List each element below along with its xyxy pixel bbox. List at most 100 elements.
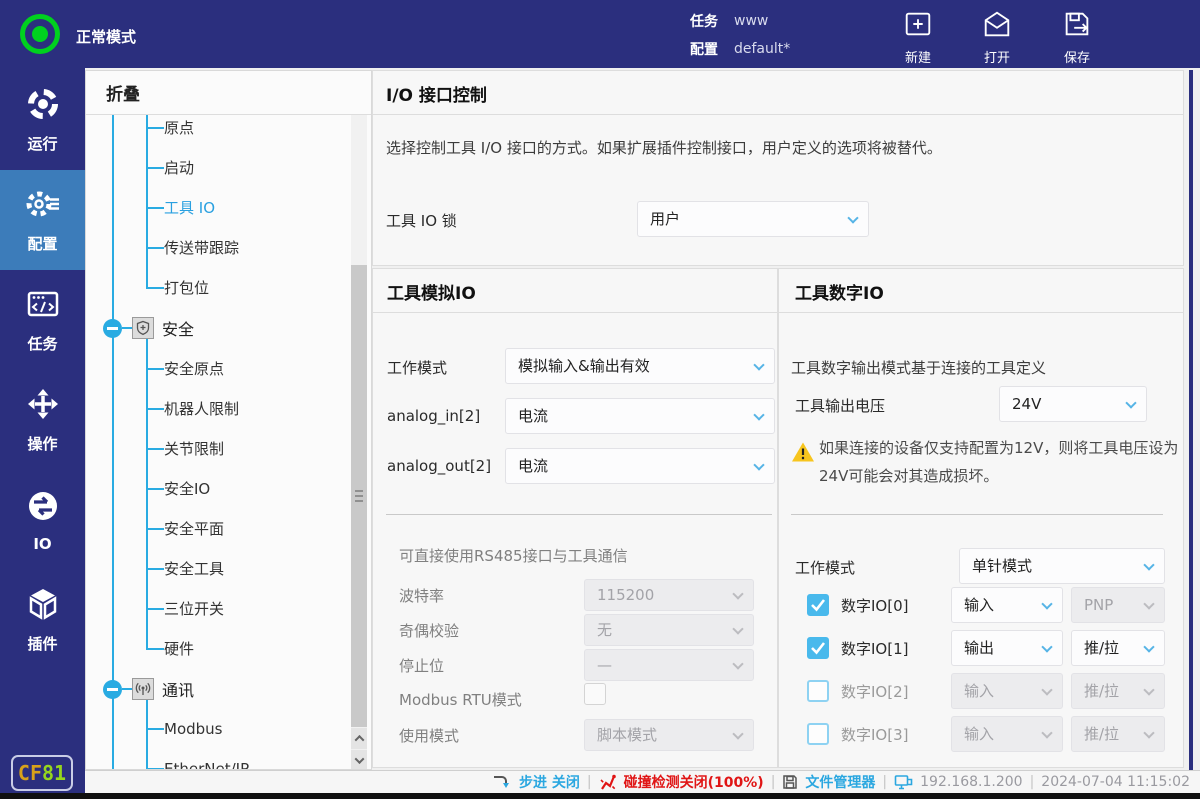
sidebar-item-plugin[interactable]: 插件 [0, 570, 85, 670]
digital-io3-checkbox[interactable] [807, 723, 829, 745]
digital-io0-label: 数字IO[0] [841, 595, 908, 616]
move-arrows-icon [25, 386, 61, 426]
collapse-minus-icon[interactable] [103, 680, 122, 699]
tree-item-robot-limit[interactable]: 机器人限制 [164, 395, 239, 423]
sidebar-item-io[interactable]: IO [0, 470, 85, 570]
file-manager-link[interactable]: 文件管理器 [805, 772, 875, 792]
digital-work-mode-label: 工作模式 [795, 557, 855, 578]
tree-connector [146, 700, 148, 768]
chevron-down-icon [354, 754, 364, 764]
digital-panel-title: 工具数字IO [795, 279, 884, 304]
tree-item-safe-io[interactable]: 安全IO [164, 475, 210, 503]
digital-io2-type: 推/拉 [1084, 682, 1119, 700]
open-button-label: 打开 [984, 47, 1010, 66]
new-button[interactable]: 新建 [889, 8, 947, 64]
output-voltage-dropdown[interactable]: 24V [999, 386, 1147, 422]
antenna-icon [132, 678, 154, 700]
analog-out-dropdown[interactable]: 电流 [505, 448, 775, 484]
chevron-down-icon [1041, 727, 1052, 738]
stop-bit-dropdown: — [584, 649, 754, 681]
digital-io2-label: 数字IO[2] [841, 681, 908, 702]
digital-io1-label: 数字IO[1] [841, 638, 908, 659]
cf81-version-badge[interactable]: CF81 [11, 755, 73, 791]
config-label: 配置 [690, 39, 718, 59]
baud-label: 波特率 [399, 585, 444, 606]
tree-group-comms[interactable]: 通讯 [103, 675, 194, 703]
chevron-down-icon [753, 359, 764, 370]
digital-io0-direction: 输入 [964, 596, 994, 614]
page-scrollbar-thumb[interactable] [1189, 70, 1193, 770]
tree-item-tool-io[interactable]: 工具 IO [164, 194, 215, 222]
collapse-minus-icon[interactable] [103, 319, 122, 338]
tree-item-hardware[interactable]: 硬件 [164, 635, 194, 663]
tree-scroll-down-button[interactable] [351, 750, 367, 769]
tree-item-safe-home[interactable]: 安全原点 [164, 355, 224, 383]
tree-scrollbar-track[interactable] [351, 115, 367, 769]
collision-detect-status[interactable]: 碰撞检测关闭(100%) [624, 772, 764, 792]
chevron-down-icon [732, 588, 743, 599]
parity-value: 无 [597, 621, 612, 639]
tool-io-lock-dropdown[interactable]: 用户 [637, 201, 869, 237]
sidebar-item-operate[interactable]: 操作 [0, 370, 85, 470]
check-icon [808, 638, 828, 658]
analog-in-dropdown[interactable]: 电流 [505, 398, 775, 434]
status-separator: | [771, 774, 776, 790]
analog-work-mode-value: 模拟输入&输出有效 [518, 357, 650, 375]
tree-item-safe-tool[interactable]: 安全工具 [164, 555, 224, 583]
analog-work-mode-dropdown[interactable]: 模拟输入&输出有效 [505, 348, 775, 384]
digital-io2-checkbox[interactable] [807, 680, 829, 702]
save-button[interactable]: 保存 [1048, 8, 1106, 64]
digital-io1-direction-dropdown[interactable]: 输出 [951, 630, 1063, 666]
tree-item-pack-pos[interactable]: 打包位 [164, 274, 209, 302]
open-button[interactable]: 打开 [968, 8, 1026, 64]
tree-item-home[interactable]: 原点 [164, 115, 194, 142]
parity-dropdown: 无 [584, 614, 754, 646]
chevron-down-icon [1125, 397, 1136, 408]
tree-scrollbar-thumb[interactable] [351, 265, 367, 727]
sidebar-item-label: IO [33, 535, 51, 553]
cube-icon [25, 586, 61, 626]
section-divider [373, 312, 777, 313]
task-value: www [734, 13, 768, 29]
tree-item-ethernet-ip[interactable]: EtherNet/IP [164, 755, 249, 769]
tree-collapse-header[interactable]: 折叠 [86, 71, 371, 115]
tree-item-3pos-switch[interactable]: 三位开关 [164, 595, 224, 623]
context-block: 任务 www 配置 default* [690, 7, 790, 63]
tree-item-joint-limit[interactable]: 关节限制 [164, 435, 224, 463]
tool-analog-io-panel: 工具模拟IO 工作模式 模拟输入&输出有效 analog_in[2] 电流 an… [372, 268, 778, 768]
tool-io-lock-label: 工具 IO 锁 [386, 210, 457, 231]
digital-io3-direction: 输入 [964, 725, 994, 743]
stop-bit-value: — [597, 656, 612, 674]
digital-io0-checkbox[interactable] [807, 594, 829, 616]
tree-item-conveyor[interactable]: 传送带跟踪 [164, 234, 239, 262]
tree-item-startup[interactable]: 启动 [164, 154, 194, 182]
code-window-icon [25, 286, 61, 326]
sidebar-item-label: 配置 [27, 233, 57, 254]
chevron-down-icon [1041, 598, 1052, 609]
digital-io1-checkbox[interactable] [807, 637, 829, 659]
tree-item-safe-plane[interactable]: 安全平面 [164, 515, 224, 543]
digital-work-mode-dropdown[interactable]: 单针模式 [959, 548, 1165, 584]
usage-mode-value: 脚本模式 [597, 726, 657, 744]
status-separator: | [882, 774, 887, 790]
robot-power-status-icon[interactable] [20, 14, 60, 54]
modbus-rtu-checkbox[interactable] [584, 683, 606, 705]
step-mode-status[interactable]: 步进 关闭 [519, 772, 580, 792]
tree-item-modbus[interactable]: Modbus [164, 715, 222, 743]
digital-io0-type: PNP [1084, 596, 1113, 614]
analog-in-label: analog_in[2] [387, 407, 480, 425]
app-window: 正常模式 任务 www 配置 default* 新建 [0, 0, 1200, 799]
chevron-down-icon [753, 409, 764, 420]
save-button-label: 保存 [1064, 47, 1090, 66]
tree-scroll-up-button[interactable] [351, 728, 367, 749]
run-target-icon [25, 86, 61, 126]
tree-group-safety[interactable]: 安全 [103, 314, 194, 342]
sidebar-item-task[interactable]: 任务 [0, 270, 85, 370]
digital-io0-direction-dropdown[interactable]: 输入 [951, 587, 1063, 623]
modbus-rtu-label: Modbus RTU模式 [399, 689, 522, 710]
digital-io1-type-dropdown[interactable]: 推/拉 [1071, 630, 1165, 666]
digital-io3-type: 推/拉 [1084, 725, 1119, 743]
output-voltage-value: 24V [1012, 395, 1041, 413]
sidebar-item-config[interactable]: 配置 [0, 170, 85, 270]
sidebar-item-run[interactable]: 运行 [0, 70, 85, 170]
